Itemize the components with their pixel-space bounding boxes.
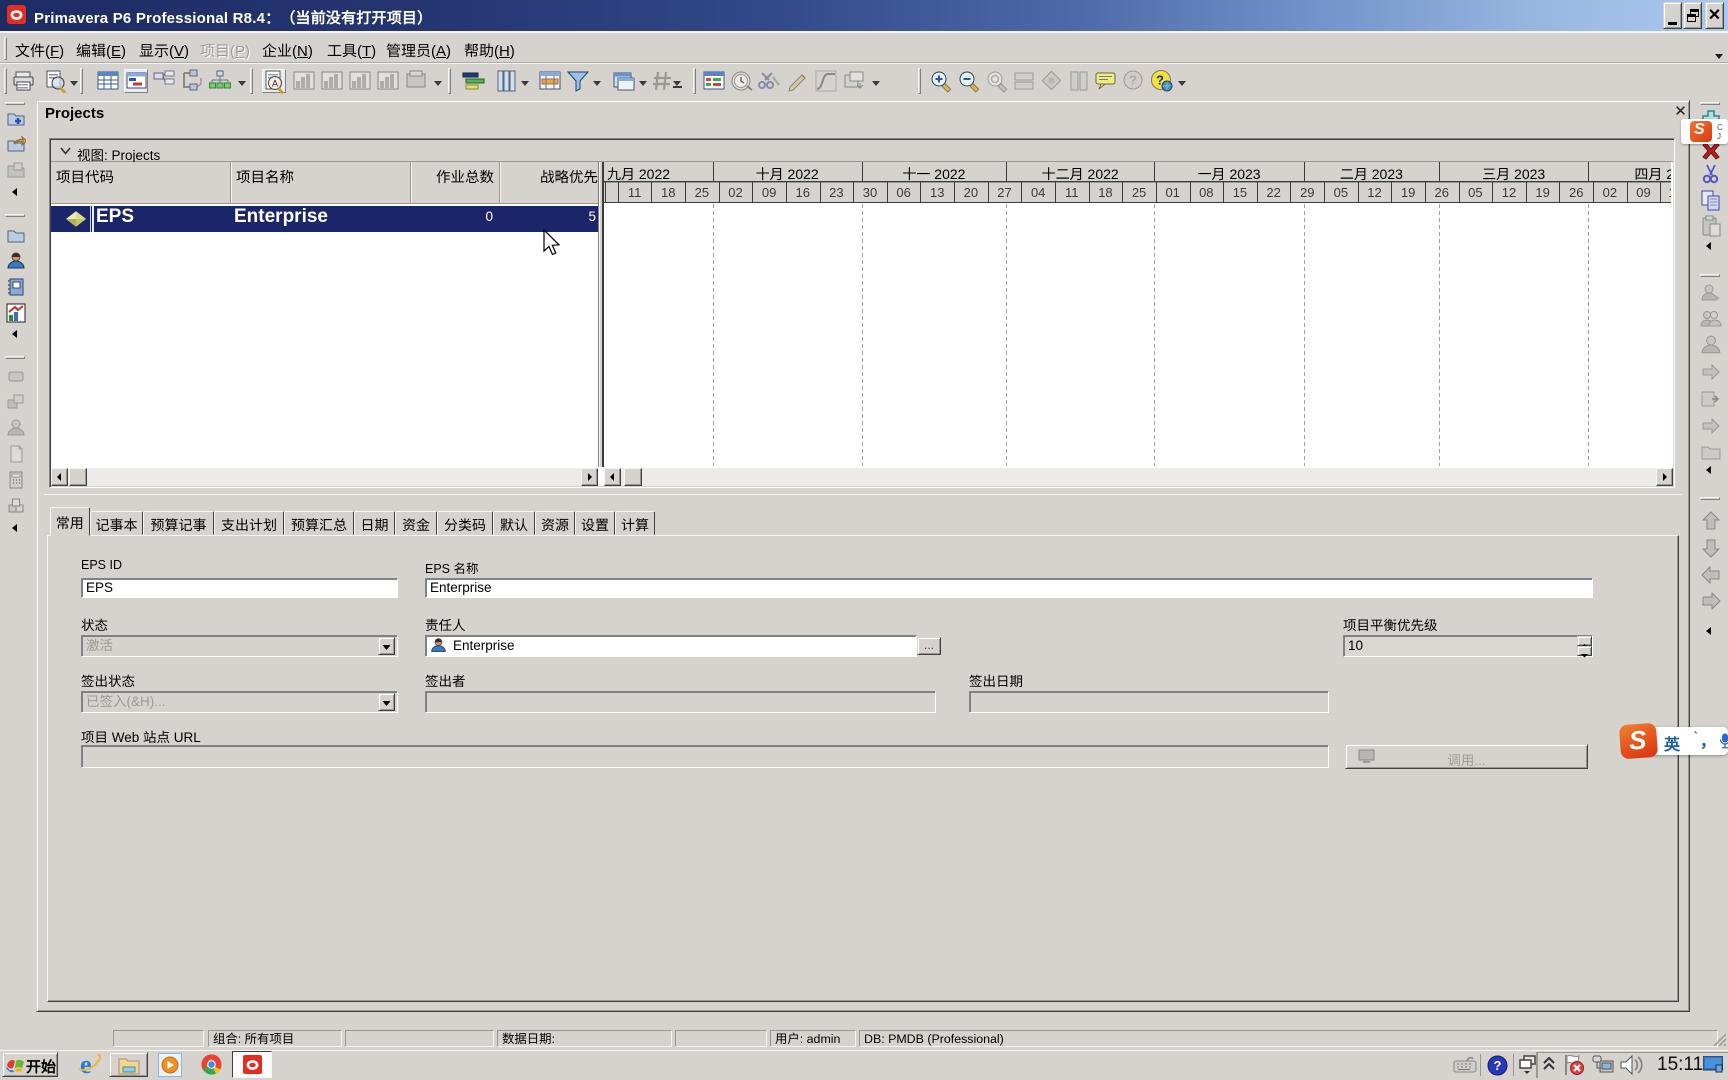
svg-text:?: ? — [1129, 73, 1137, 88]
svg-text:e: e — [80, 1052, 92, 1077]
svg-text:A: A — [272, 79, 278, 89]
svg-text:?: ? — [1494, 1058, 1502, 1073]
